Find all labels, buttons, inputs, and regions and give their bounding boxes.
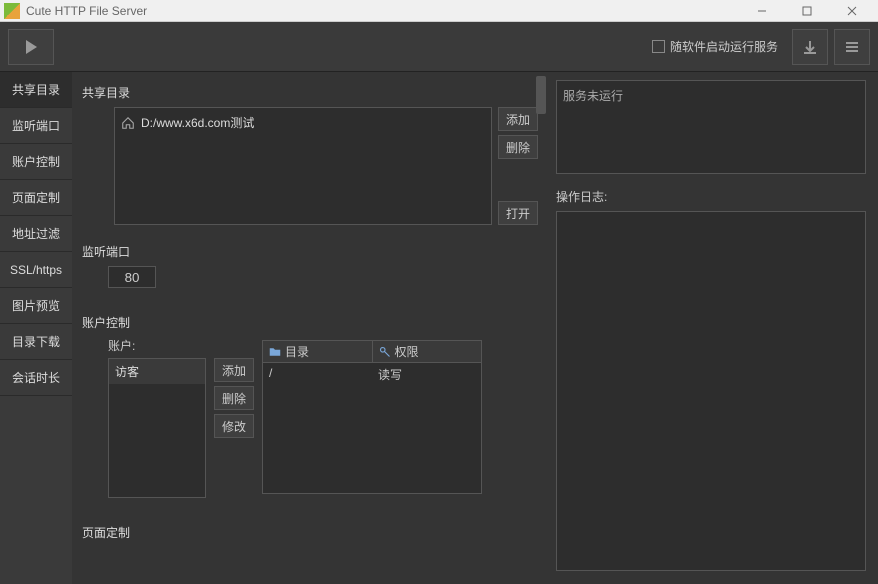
key-icon [379,346,391,358]
share-buttons: 添加 删除 打开 [498,107,538,225]
account-row: 访客 添加 删除 修改 目录 权限 [82,358,538,498]
perm-perm-cell: 读写 [372,363,481,385]
titlebar: Cute HTTP File Server [0,0,878,22]
list-item[interactable]: 访客 [109,359,205,384]
log-box[interactable] [556,211,866,571]
sidebar-item-share[interactable]: 共享目录 [0,72,72,108]
sidebar-item-ssl[interactable]: SSL/https [0,252,72,288]
main-panel: 共享目录 D:/www.x6d.com测试 添加 删除 打开 监听端口 账户控制… [72,72,548,584]
autostart-checkbox[interactable]: 随软件启动运行服务 [652,38,778,55]
status-box: 服务未运行 [556,80,866,174]
sidebar-item-account[interactable]: 账户控制 [0,144,72,180]
window-title: Cute HTTP File Server [26,4,739,18]
customize-section-title: 页面定制 [82,524,538,541]
edit-account-button[interactable]: 修改 [214,414,254,438]
minimize-button[interactable] [739,0,784,22]
sidebar-item-port[interactable]: 监听端口 [0,108,72,144]
account-list[interactable]: 访客 [108,358,206,498]
folder-icon [269,346,281,358]
right-panel: 服务未运行 操作日志: [548,72,878,584]
sidebar-item-download[interactable]: 目录下载 [0,324,72,360]
port-input[interactable] [108,266,156,288]
toolbar: 随软件启动运行服务 [0,22,878,72]
maximize-button[interactable] [784,0,829,22]
start-service-button[interactable] [8,29,54,65]
sidebar-item-customize[interactable]: 页面定制 [0,180,72,216]
sidebar-item-filter[interactable]: 地址过滤 [0,216,72,252]
open-dir-button[interactable]: 打开 [498,201,538,225]
perm-header-dir: 目录 [263,341,373,362]
account-section-title: 账户控制 [82,314,538,331]
share-row: D:/www.x6d.com测试 添加 删除 打开 [82,107,538,225]
perm-dir-cell: / [263,363,372,385]
sidebar-item-preview[interactable]: 图片预览 [0,288,72,324]
list-item[interactable]: D:/www.x6d.com测试 [121,114,485,131]
autostart-label: 随软件启动运行服务 [670,38,778,55]
share-section-title: 共享目录 [82,84,538,101]
app-icon [4,3,20,19]
scrollbar[interactable] [536,76,546,114]
close-button[interactable] [829,0,874,22]
menu-button[interactable] [834,29,870,65]
table-row[interactable]: / 读写 [263,363,481,385]
share-dir-list[interactable]: D:/www.x6d.com测试 [114,107,492,225]
account-buttons: 添加 删除 修改 [214,358,254,438]
sidebar-item-session[interactable]: 会话时长 [0,360,72,396]
perm-header-perm: 权限 [373,341,482,362]
status-text: 服务未运行 [563,89,623,103]
permission-header: 目录 权限 [263,341,481,363]
home-icon [121,116,135,130]
port-section-title: 监听端口 [82,243,538,260]
log-label: 操作日志: [556,188,866,205]
download-button[interactable] [792,29,828,65]
del-dir-button[interactable]: 删除 [498,135,538,159]
checkbox-icon [652,40,665,53]
add-account-button[interactable]: 添加 [214,358,254,382]
permission-table: 目录 权限 / 读写 [262,340,482,494]
sidebar: 共享目录 监听端口 账户控制 页面定制 地址过滤 SSL/https 图片预览 … [0,72,72,584]
del-account-button[interactable]: 删除 [214,386,254,410]
add-dir-button[interactable]: 添加 [498,107,538,131]
dir-path: D:/www.x6d.com测试 [141,114,254,131]
window-controls [739,0,874,22]
body: 共享目录 监听端口 账户控制 页面定制 地址过滤 SSL/https 图片预览 … [0,72,878,584]
